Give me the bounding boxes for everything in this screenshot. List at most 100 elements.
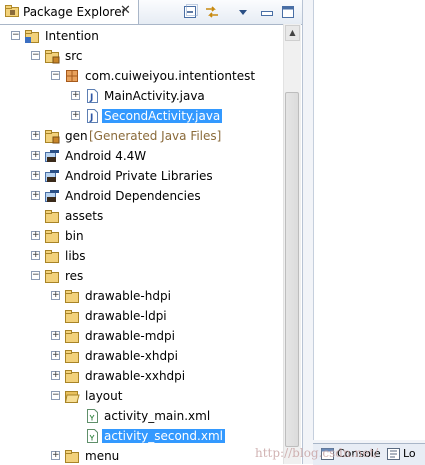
package-explorer-view: Package Explorer ✕ − Intention − src − com.cu… xyxy=(0,0,303,464)
editor-area xyxy=(303,0,425,464)
view-menu-icon[interactable] xyxy=(235,4,251,20)
folder-open-icon xyxy=(64,391,80,403)
tree-item-label: drawable-xxhdpi xyxy=(85,369,186,383)
collapse-all-icon[interactable] xyxy=(182,4,198,20)
tree-item[interactable]: + gen [Generated Java Files] xyxy=(0,126,283,146)
expand-toggle-icon[interactable]: + xyxy=(71,91,80,100)
expand-toggle-icon[interactable]: + xyxy=(31,231,40,240)
tree-item-label: activity_main.xml xyxy=(104,409,211,423)
tree-item[interactable]: drawable-ldpi xyxy=(0,306,283,326)
folder-icon xyxy=(45,230,59,243)
tree-item[interactable]: − res xyxy=(0,266,283,286)
tree-item-label: layout xyxy=(85,389,123,403)
tree-item-label: Intention xyxy=(45,29,99,43)
log-icon xyxy=(387,448,400,460)
collapse-toggle-icon[interactable]: − xyxy=(31,51,40,60)
tree-item[interactable]: + drawable-xxhdpi xyxy=(0,366,283,386)
source-folder-icon xyxy=(45,130,60,144)
folder-icon xyxy=(65,370,79,383)
tree-item[interactable]: + drawable-hdpi xyxy=(0,286,283,306)
source-folder-icon xyxy=(45,50,60,64)
tree-item[interactable]: − layout xyxy=(0,386,283,406)
collapse-toggle-icon[interactable]: − xyxy=(51,391,60,400)
library-icon xyxy=(45,170,59,182)
expand-toggle-icon[interactable]: + xyxy=(71,111,80,120)
expand-toggle-icon[interactable]: + xyxy=(51,451,60,460)
vertical-scrollbar[interactable]: ▲ xyxy=(283,24,301,464)
tree-item[interactable]: − src xyxy=(0,46,283,66)
tab-log[interactable]: Lo xyxy=(385,444,416,465)
expand-toggle-icon[interactable]: + xyxy=(31,131,40,140)
tree-item[interactable]: + J MainActivity.java xyxy=(0,86,283,106)
expand-toggle-icon[interactable]: + xyxy=(31,171,40,180)
tree-item[interactable]: + bin xyxy=(0,226,283,246)
link-with-editor-icon[interactable] xyxy=(204,4,220,20)
tree-item[interactable]: assets xyxy=(0,206,283,226)
tree-item-label: activity_second.xml xyxy=(102,429,225,443)
expand-toggle-icon[interactable]: + xyxy=(31,251,40,260)
collapse-toggle-icon[interactable]: − xyxy=(51,71,60,80)
project-tree[interactable]: − Intention − src − com.cuiweiyou.intentionte… xyxy=(0,24,283,464)
tree-item-label: bin xyxy=(65,229,84,243)
tree-item[interactable]: activity_main.xml xyxy=(0,406,283,426)
tree-item[interactable]: − com.cuiweiyou.intentiontest xyxy=(0,66,283,86)
svg-text:J: J xyxy=(89,93,93,103)
tree-item[interactable]: + J SecondActivity.java xyxy=(0,106,283,126)
folder-icon xyxy=(45,210,59,223)
collapse-toggle-icon[interactable]: − xyxy=(11,31,20,40)
collapse-toggle-icon[interactable]: − xyxy=(31,271,40,280)
tree-item[interactable]: + drawable-mdpi xyxy=(0,326,283,346)
tree-item-label: drawable-hdpi xyxy=(85,289,171,303)
expand-toggle-icon[interactable]: + xyxy=(51,371,60,380)
expand-toggle-icon[interactable]: + xyxy=(31,151,40,160)
xml-file-icon xyxy=(87,429,98,443)
tree-item-label: src xyxy=(65,49,83,63)
tree-item-label: MainActivity.java xyxy=(104,89,205,103)
tree-item-label: res xyxy=(65,269,84,283)
tree-item-label: libs xyxy=(65,249,86,263)
xml-file-icon xyxy=(87,409,98,423)
tree-item-label: Android Private Libraries xyxy=(65,169,213,183)
tree-item-label: Android Dependencies xyxy=(65,189,201,203)
folder-icon xyxy=(65,330,79,343)
java-file-icon: J xyxy=(87,109,98,123)
maximize-icon[interactable] xyxy=(280,4,296,20)
tab-package-explorer[interactable]: Package Explorer ✕ xyxy=(0,0,139,24)
tree-item[interactable]: activity_second.xml xyxy=(0,426,283,446)
tree-item-label: drawable-mdpi xyxy=(85,329,175,343)
package-icon xyxy=(66,70,78,82)
tree-item-label: SecondActivity.java xyxy=(102,109,223,123)
folder-icon xyxy=(65,350,79,363)
folder-icon xyxy=(45,250,59,263)
close-icon[interactable]: ✕ xyxy=(120,3,131,18)
expand-toggle-icon[interactable]: + xyxy=(51,331,60,340)
folder-icon xyxy=(65,290,79,303)
tree-item-label: gen xyxy=(65,129,88,143)
tab-title: Package Explorer xyxy=(23,5,127,19)
tree-item[interactable]: + menu xyxy=(0,446,283,464)
java-file-icon: J xyxy=(87,89,98,103)
tree-item[interactable]: + libs xyxy=(0,246,283,266)
folder-icon xyxy=(65,310,79,323)
expand-toggle-icon[interactable]: + xyxy=(51,351,60,360)
tree-item-label: menu xyxy=(85,449,120,463)
tree-item-label: drawable-xhdpi xyxy=(85,349,179,363)
view-tab-bar: Package Explorer ✕ xyxy=(0,0,302,25)
expand-toggle-icon[interactable]: + xyxy=(51,291,60,300)
project-icon xyxy=(25,30,39,43)
tab-log-label: Lo xyxy=(403,447,416,460)
tree-item-label: assets xyxy=(65,209,104,223)
tree-item[interactable]: + Android Dependencies xyxy=(0,186,283,206)
library-icon xyxy=(45,150,59,162)
tree-item[interactable]: + Android 4.4W xyxy=(0,146,283,166)
tree-item[interactable]: + Android Private Libraries xyxy=(0,166,283,186)
scroll-up-button[interactable]: ▲ xyxy=(285,25,300,41)
tree-item[interactable]: + drawable-xhdpi xyxy=(0,346,283,366)
scrollbar-thumb[interactable] xyxy=(285,92,299,447)
editor-placeholder xyxy=(313,0,425,440)
minimize-icon[interactable] xyxy=(259,4,275,20)
watermark: http://blog.csdn.net/ xyxy=(255,446,379,460)
expand-toggle-icon[interactable]: + xyxy=(31,191,40,200)
tree-item[interactable]: − Intention xyxy=(0,26,283,46)
folder-icon xyxy=(45,270,59,283)
